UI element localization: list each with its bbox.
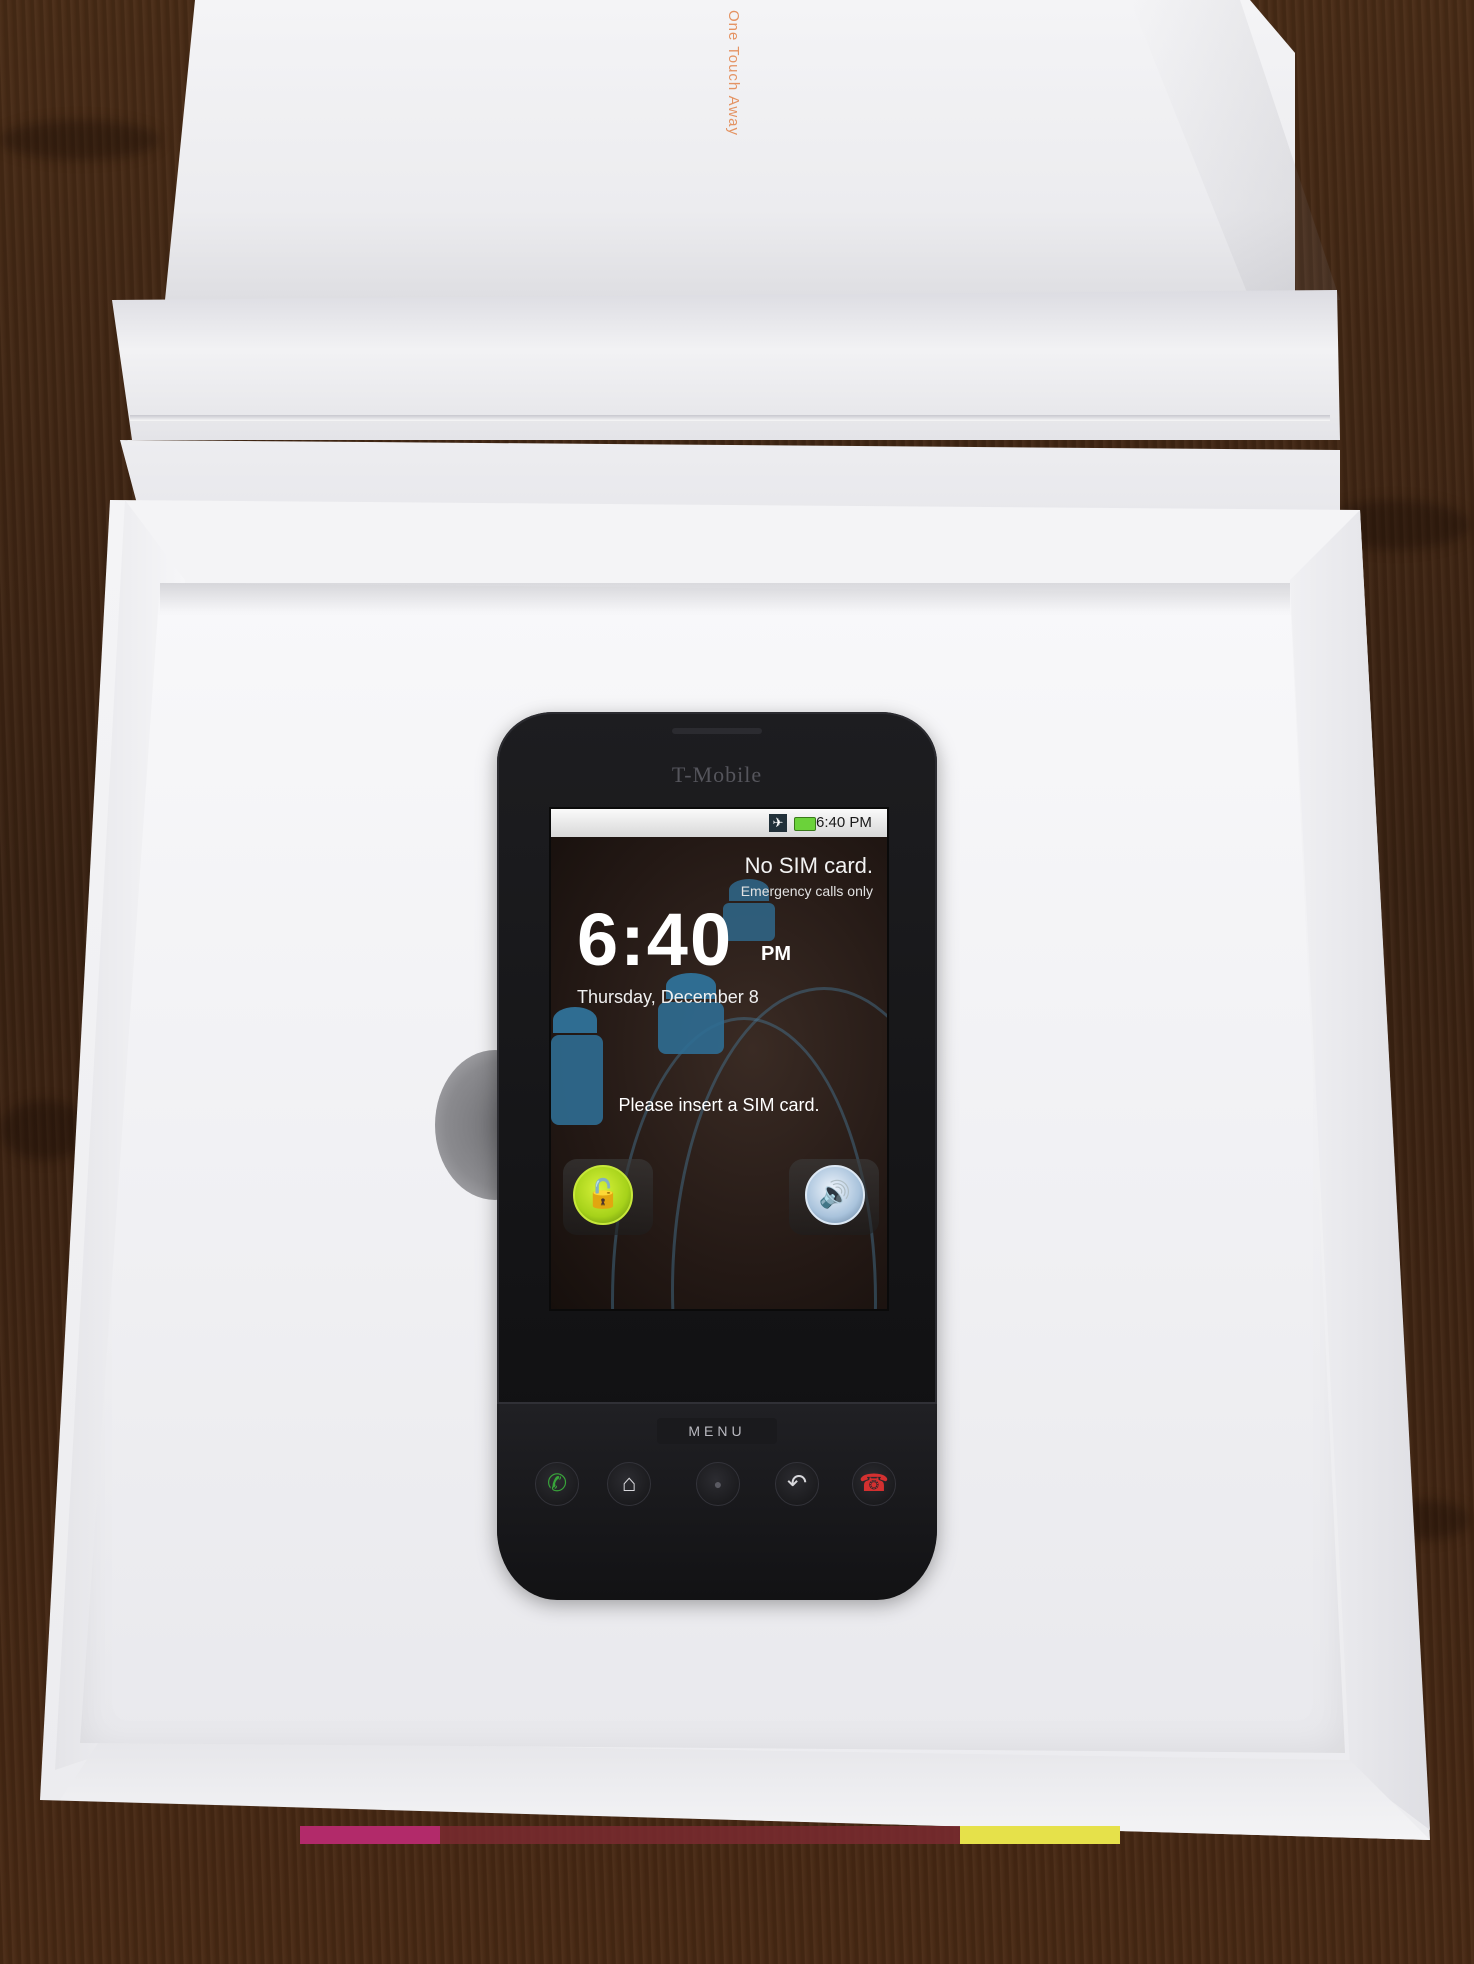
home-icon[interactable]: ⌂ — [607, 1462, 651, 1506]
droid-figure — [658, 1002, 724, 1054]
phone[interactable]: T-Mobile ✈ 6:40 PM No SIM card. Emergenc… — [497, 712, 937, 1600]
status-time: 6:40 PM — [816, 814, 872, 831]
lock-clock-ampm: PM — [761, 943, 791, 965]
trackball-icon[interactable]: ● — [696, 1462, 740, 1506]
earpiece-speaker — [672, 728, 762, 734]
speaker-icon[interactable]: 🔊 — [805, 1165, 865, 1225]
battery-icon — [794, 817, 816, 831]
box-strip-dark — [440, 1826, 960, 1844]
droid-figure — [553, 1007, 597, 1033]
phone-screen[interactable]: ✈ 6:40 PM No SIM card. Emergency calls o… — [549, 807, 889, 1311]
box-strip-yellow — [960, 1826, 1120, 1844]
photo-scene: One Touch Away T-Mobile ✈ 6:40 PM No SIM… — [0, 0, 1474, 1964]
box-strip-magenta — [300, 1826, 440, 1844]
lock-date: Thursday, December 8 — [577, 987, 759, 1007]
emergency-status: Emergency calls only — [740, 883, 873, 899]
airplane-icon: ✈ — [769, 814, 787, 832]
unlock-icon[interactable]: 🔓 — [573, 1165, 633, 1225]
insert-sim-message: Please insert a SIM card. — [618, 1095, 820, 1115]
status-bar: ✈ 6:40 PM — [551, 809, 887, 837]
carrier-logo: T-Mobile — [671, 762, 763, 787]
box-fold-crease — [130, 415, 1330, 421]
sim-status: No SIM card. — [744, 853, 873, 878]
wood-grain — [0, 120, 160, 160]
call-icon[interactable]: ✆ — [535, 1462, 579, 1506]
phone-chin: MENU ✆ ⌂ ● ↶ ☎ — [497, 1402, 937, 1600]
menu-button[interactable]: MENU — [657, 1418, 777, 1444]
insert-shadow — [160, 583, 1290, 613]
back-icon[interactable]: ↶ — [775, 1462, 819, 1506]
lock-clock: 6:40 — [577, 898, 734, 981]
end-call-icon[interactable]: ☎ — [852, 1462, 896, 1506]
lid-slogan: One Touch Away — [725, 10, 742, 137]
